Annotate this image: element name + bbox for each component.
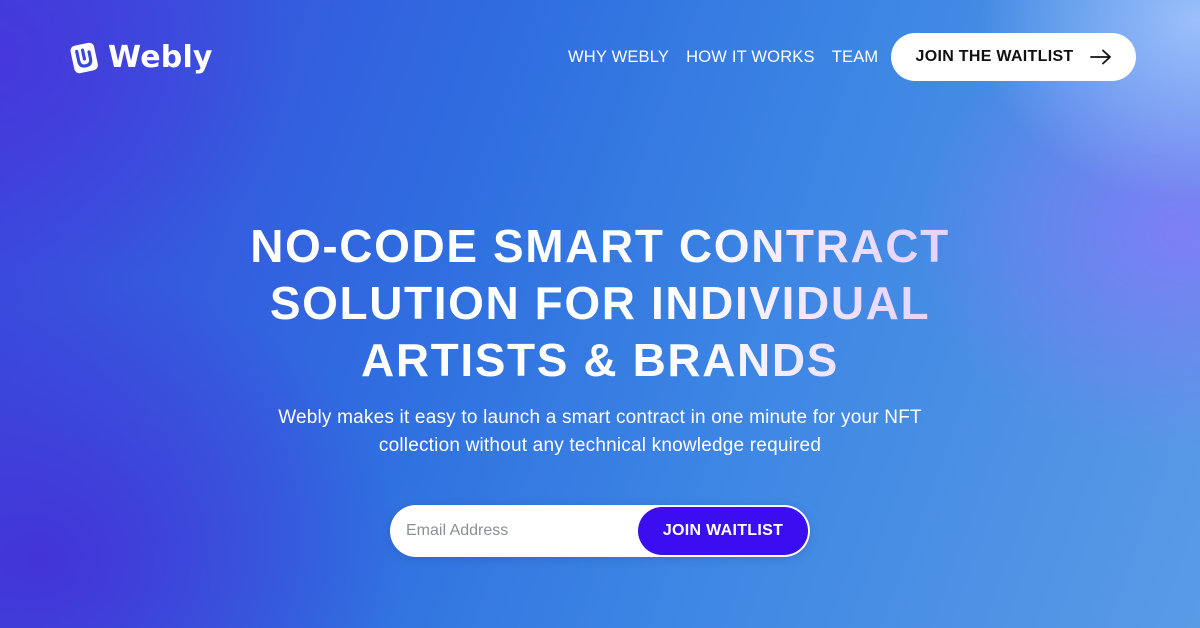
hero-subtitle: Webly makes it easy to launch a smart co… — [200, 404, 1000, 460]
hero-title-line: ARTISTS & BRANDS — [100, 332, 1100, 389]
hero-subtitle-line: Webly makes it easy to launch a smart co… — [278, 407, 922, 428]
hero-title: NO-CODE SMART CONTRACT SOLUTION FOR INDI… — [100, 218, 1100, 389]
nav-link-why-webly[interactable]: WHY WEBLY — [568, 46, 669, 68]
nav-link-how-it-works[interactable]: HOW IT WORKS — [686, 46, 815, 68]
main-nav: WHY WEBLY HOW IT WORKS TEAM — [568, 46, 878, 68]
join-the-waitlist-label: JOIN THE WAITLIST — [915, 48, 1074, 65]
hero-subtitle-line: collection without any technical knowled… — [378, 435, 822, 456]
hero-title-line: NO-CODE SMART CONTRACT — [100, 218, 1100, 275]
join-the-waitlist-button[interactable]: JOIN THE WAITLIST — [891, 33, 1136, 81]
join-waitlist-submit-button[interactable]: JOIN WAITLIST — [638, 507, 808, 555]
brand-name: Webly — [108, 39, 213, 75]
hero-title-line: SOLUTION FOR INDIVIDUAL — [100, 275, 1100, 332]
arrow-right-icon — [1089, 49, 1111, 65]
site-header: Webly WHY WEBLY HOW IT WORKS TEAM JOIN T… — [0, 0, 1200, 112]
brand-logo[interactable]: Webly — [66, 38, 213, 76]
waitlist-signup-form: JOIN WAITLIST — [390, 505, 810, 557]
hand-card-logo-icon — [70, 42, 98, 74]
email-address-input[interactable] — [406, 505, 636, 557]
nav-link-team[interactable]: TEAM — [832, 46, 879, 68]
